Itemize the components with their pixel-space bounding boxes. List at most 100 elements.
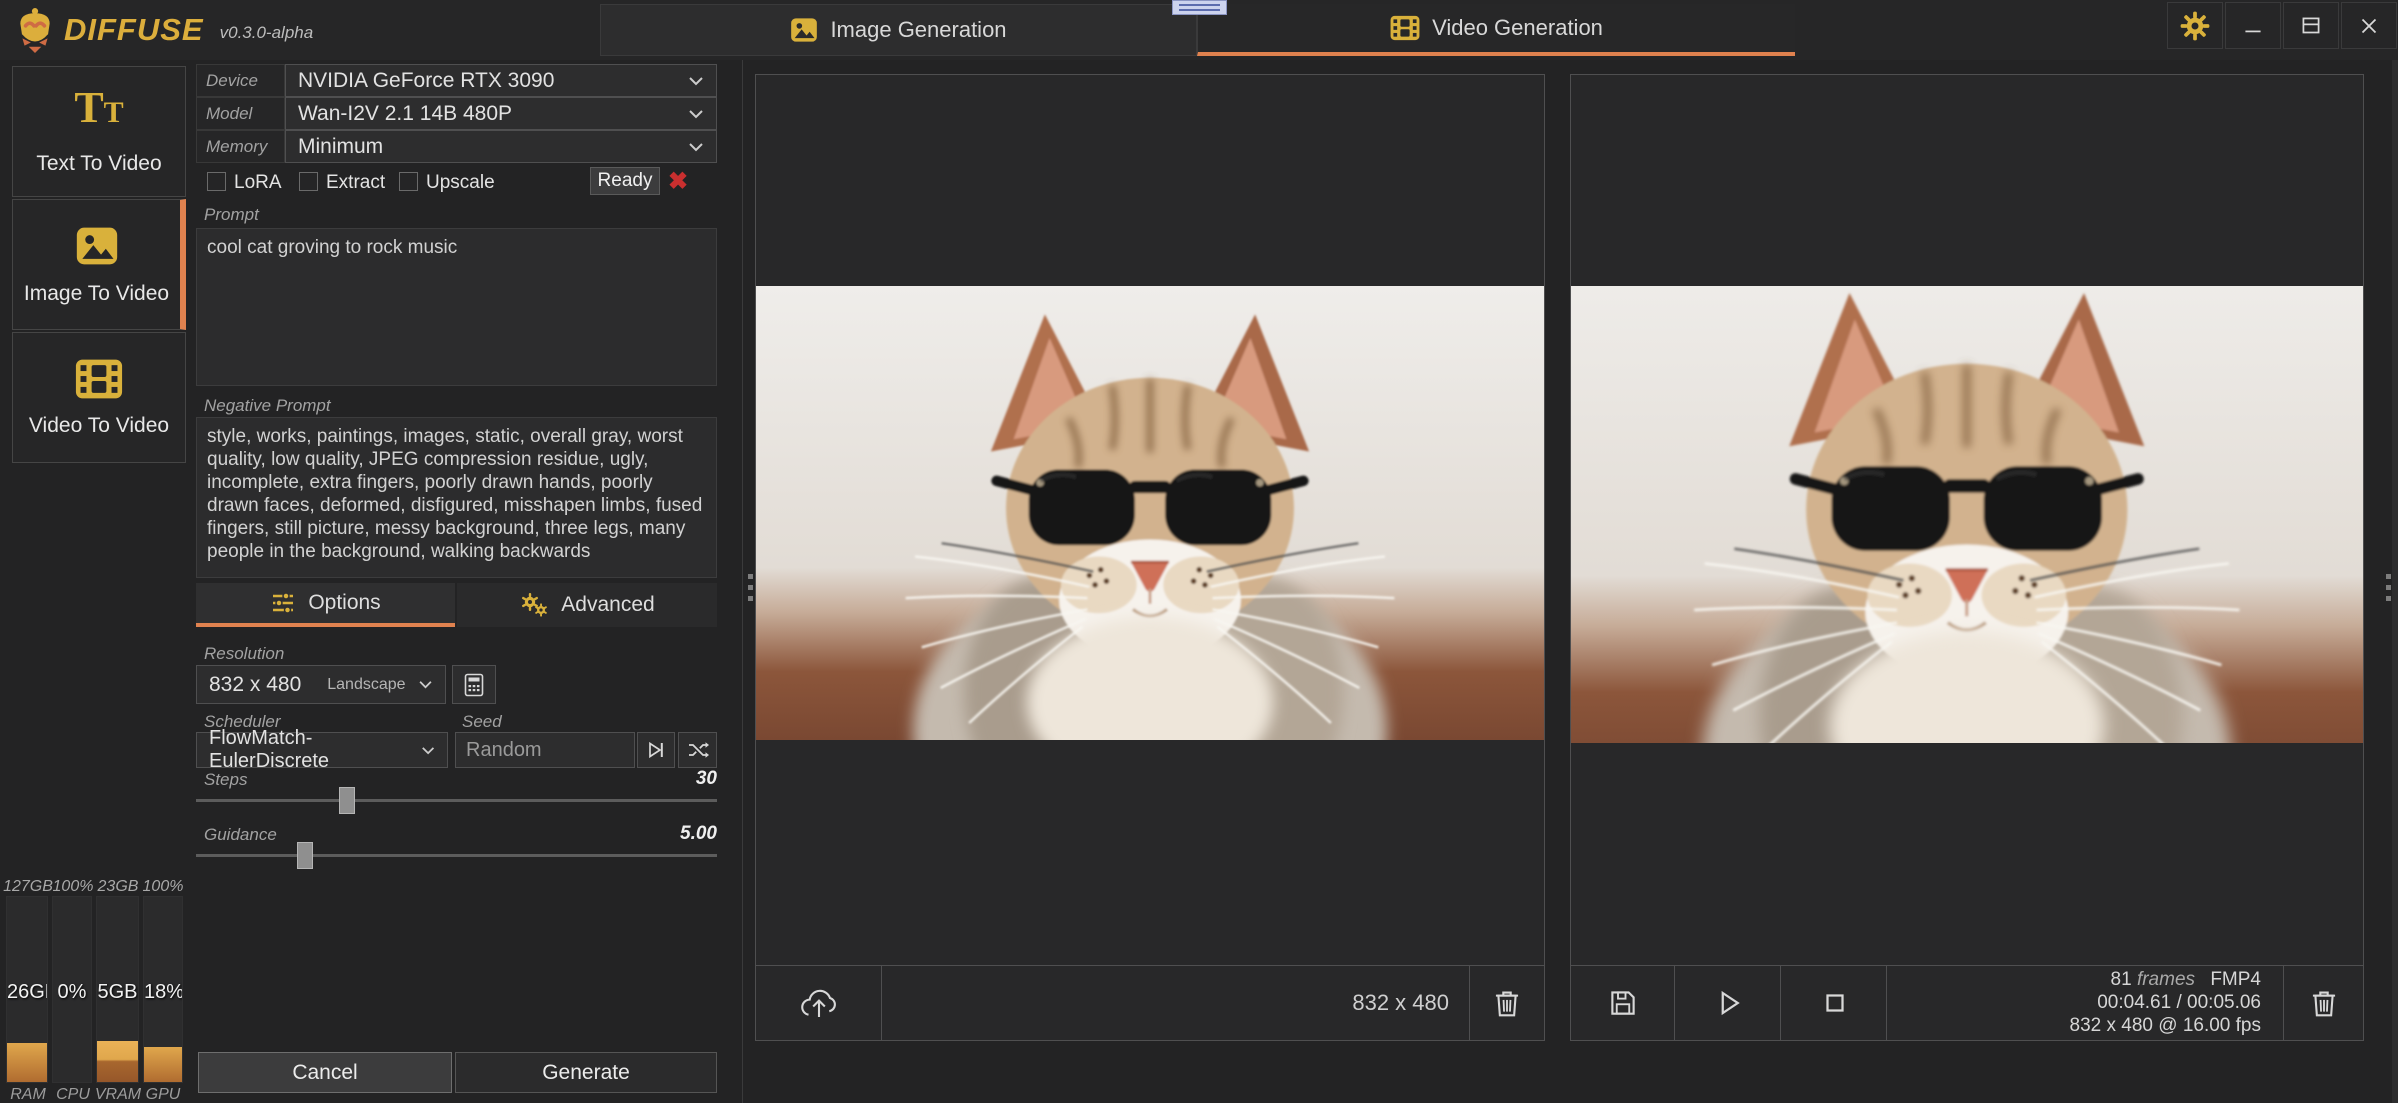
gears-icon [519, 592, 549, 618]
negative-prompt-label: Negative Prompt [204, 396, 331, 416]
seed-input[interactable] [455, 732, 635, 768]
tab-video-label: Video Generation [1432, 15, 1603, 41]
tab-video-generation[interactable]: Video Generation [1197, 4, 1795, 56]
ram-max-label: 127GB [2, 878, 54, 896]
cpu-name-label: CPU [50, 1086, 96, 1103]
sidebar-item-text-to-video[interactable]: TT Text To Video [12, 66, 186, 197]
prompt-label: Prompt [204, 205, 259, 225]
device-select[interactable]: NVIDIA GeForce RTX 3090 [285, 64, 717, 97]
film-icon [1390, 14, 1420, 42]
source-panel-toolbar: 832 x 480 [756, 965, 1544, 1040]
random-seed-button[interactable] [678, 732, 717, 768]
minimize-icon [2240, 13, 2266, 39]
tab-options[interactable]: Options [196, 583, 455, 627]
gpu-name-label: GPU [140, 1086, 186, 1103]
generate-button[interactable]: Generate [455, 1052, 717, 1093]
gear-icon [2180, 11, 2210, 41]
guidance-value: 5.00 [617, 823, 717, 845]
memory-label-cell: Memory [196, 130, 285, 163]
cpu-meter: 0% [52, 896, 92, 1083]
orientation-value: Landscape [327, 676, 405, 694]
stop-video-button[interactable] [1783, 966, 1887, 1040]
video-time-line: 00:04.61 / 00:05.06 [1961, 991, 2261, 1014]
extract-label: Extract [326, 172, 385, 194]
extract-checkbox[interactable] [299, 172, 318, 191]
cpu-max-label: 100% [50, 878, 96, 896]
negative-prompt-input[interactable]: style, works, paintings, images, static,… [196, 417, 717, 578]
steps-slider-thumb[interactable] [339, 787, 355, 814]
sliders-icon [270, 591, 296, 615]
steps-value: 30 [617, 768, 717, 790]
sidebar-item-image-to-video[interactable]: Image To Video [12, 199, 186, 330]
close-icon [2356, 13, 2382, 39]
vram-max-label: 23GB [94, 878, 142, 896]
gpu-max-label: 100% [140, 878, 186, 896]
model-select[interactable]: Wan-I2V 2.1 14B 480P [285, 97, 717, 130]
skip-icon [646, 740, 666, 760]
device-label-cell: Device [196, 64, 285, 97]
reuse-seed-button[interactable] [637, 732, 675, 768]
upload-image-button[interactable] [756, 966, 882, 1040]
text-icon: TT [74, 88, 123, 138]
sidebar-label: Video To Video [29, 414, 169, 438]
resolution-control[interactable]: 832 x 480 Landscape [196, 665, 446, 704]
tab-image-label: Image Generation [830, 17, 1006, 43]
save-video-button[interactable] [1571, 966, 1675, 1040]
chevron-down-icon [418, 680, 433, 689]
status-badge: Ready [590, 167, 660, 195]
guidance-slider[interactable] [196, 854, 717, 857]
upload-cloud-icon [798, 985, 840, 1021]
vram-name-label: VRAM [94, 1086, 142, 1103]
image-icon [74, 224, 120, 268]
maximize-button[interactable] [2283, 2, 2339, 49]
result-video-panel: 81 frames FMP4 00:04.61 / 00:05.06 832 x… [1570, 74, 2364, 1041]
grip-dots-icon[interactable] [2386, 574, 2391, 607]
image-icon [790, 16, 818, 44]
memory-select[interactable]: Minimum [285, 130, 717, 163]
resolution-calculator-button[interactable] [452, 665, 496, 704]
lora-checkbox[interactable] [207, 172, 226, 191]
settings-button[interactable] [2167, 2, 2223, 49]
right-splitter[interactable] [2392, 60, 2398, 1103]
grip-dots-icon[interactable] [748, 574, 753, 607]
lora-label: LoRA [234, 172, 282, 194]
delete-image-button[interactable] [1469, 966, 1544, 1040]
resolution-label: Resolution [204, 644, 284, 664]
trash-icon [2309, 987, 2339, 1019]
panel-drag-handle[interactable] [1172, 0, 1227, 15]
delete-video-button[interactable] [2283, 966, 2363, 1040]
ram-name-label: RAM [2, 1086, 54, 1103]
play-video-button[interactable] [1677, 966, 1781, 1040]
status-close-icon[interactable]: ✖ [664, 167, 692, 195]
steps-label: Steps [204, 770, 247, 790]
tab-image-generation[interactable]: Image Generation [600, 4, 1197, 56]
chevron-down-icon [688, 109, 704, 119]
source-resolution-text: 832 x 480 [1352, 990, 1449, 1016]
source-image[interactable] [756, 286, 1544, 740]
result-video-frame[interactable] [1571, 286, 2363, 743]
sidebar-label: Image To Video [24, 282, 169, 306]
scheduler-select[interactable]: FlowMatch-EulerDiscrete [196, 732, 448, 768]
result-panel-toolbar: 81 frames FMP4 00:04.61 / 00:05.06 832 x… [1571, 965, 2363, 1040]
play-icon [1714, 988, 1744, 1018]
tab-advanced[interactable]: Advanced [457, 583, 717, 627]
sidebar-label: Text To Video [36, 152, 161, 176]
left-splitter[interactable] [742, 60, 743, 1103]
tab-advanced-label: Advanced [561, 593, 654, 617]
app-window: DIFFUSE v0.3.0-alpha Image Generation [0, 0, 2398, 1103]
video-res-fps-line: 832 x 480 @ 16.00 fps [1961, 1014, 2261, 1037]
guidance-slider-thumb[interactable] [297, 842, 313, 869]
sidebar-item-video-to-video[interactable]: Video To Video [12, 332, 186, 463]
guidance-label: Guidance [204, 825, 277, 845]
upscale-checkbox[interactable] [399, 172, 418, 191]
calculator-icon [464, 673, 484, 697]
top-bar: DIFFUSE v0.3.0-alpha Image Generation [0, 0, 2398, 60]
close-button[interactable] [2341, 2, 2397, 49]
chevron-down-icon [421, 746, 435, 755]
steps-slider[interactable] [196, 799, 717, 802]
trash-icon [1492, 987, 1522, 1019]
stop-icon [1820, 988, 1850, 1018]
minimize-button[interactable] [2225, 2, 2281, 49]
cancel-button[interactable]: Cancel [198, 1052, 452, 1093]
prompt-input[interactable]: cool cat groving to rock music [196, 228, 717, 386]
